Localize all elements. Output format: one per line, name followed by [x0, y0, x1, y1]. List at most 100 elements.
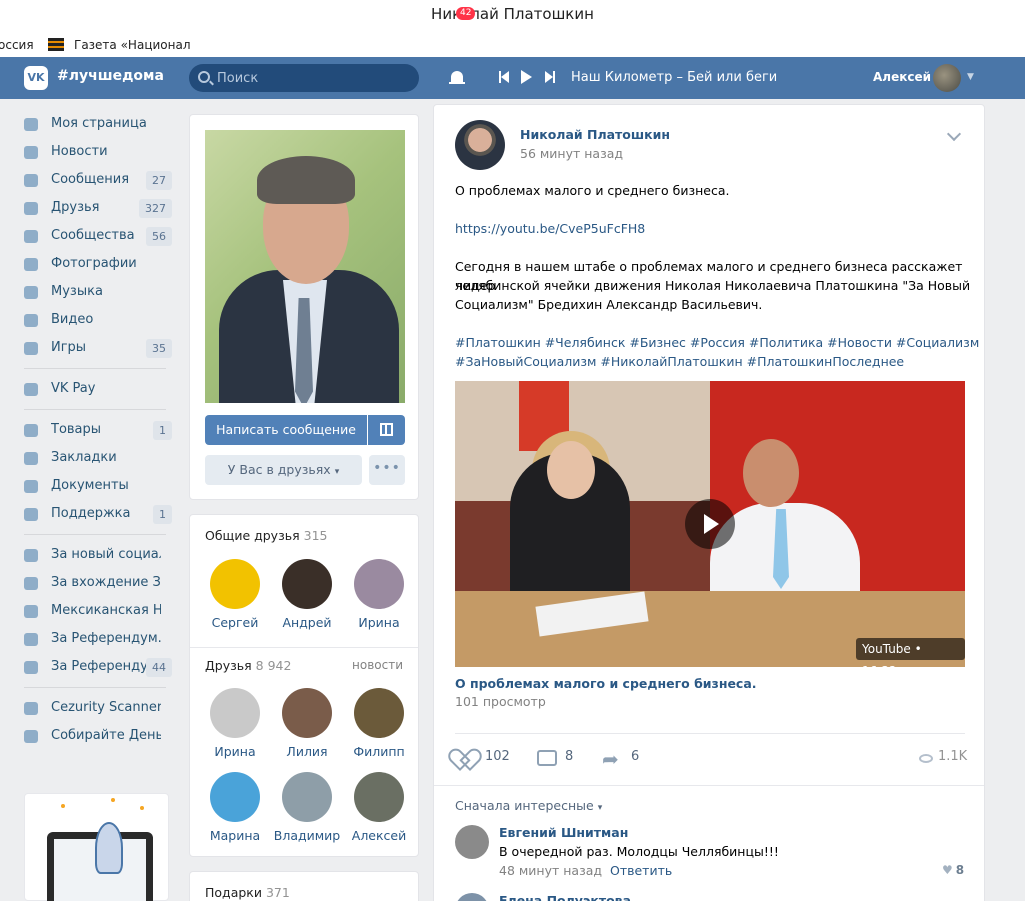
header-tagline[interactable]: #лучшедома: [57, 68, 164, 84]
friend-name[interactable]: Алексей: [344, 828, 414, 843]
comment-author-avatar[interactable]: [455, 893, 489, 901]
friends-news-link[interactable]: новости: [352, 658, 403, 672]
friend-avatar[interactable]: [210, 688, 260, 738]
video-player[interactable]: YouTube • 16:32: [455, 381, 965, 667]
like-count[interactable]: 102: [485, 749, 510, 764]
comment-author[interactable]: Евгений Шнитман: [499, 825, 628, 840]
ribbon-icon: [48, 38, 64, 51]
sidebar-item[interactable]: Собирайте Деньги: [18, 722, 178, 750]
play-icon[interactable]: [521, 70, 532, 84]
sidebar-item[interactable]: Документы: [18, 472, 178, 500]
sidebar-item[interactable]: Видео: [18, 306, 178, 334]
comment-icon[interactable]: [537, 750, 557, 766]
share-icon[interactable]: ➦: [602, 749, 619, 769]
previous-track-icon[interactable]: [499, 71, 509, 83]
post-hashtags[interactable]: #Платошкин #Челябинск #Бизнес #Россия #П…: [455, 333, 979, 352]
friend-avatar[interactable]: [354, 559, 404, 609]
play-icon: [704, 514, 719, 534]
friend-item[interactable]: Алексей: [344, 772, 414, 843]
sidebar-item[interactable]: За Референдум! 44: [18, 653, 178, 681]
sidebar-item[interactable]: Cezurity Scanner: [18, 694, 178, 722]
send-gift-button[interactable]: [368, 415, 405, 445]
friend-avatar[interactable]: [282, 688, 332, 738]
sidebar-item[interactable]: Друзья 327: [18, 194, 178, 222]
friends-header[interactable]: Друзья 8 942: [205, 658, 291, 673]
bookmark-item[interactable]: Газета «Национал: [74, 38, 191, 52]
friend-item[interactable]: Лилия: [272, 688, 342, 759]
search-box[interactable]: [189, 64, 419, 92]
post-hashtags[interactable]: #ЗаНовыйСоциализм #НиколайПлатошкин #Пла…: [455, 352, 904, 371]
comments-sort[interactable]: Сначала интересные ▾: [455, 798, 602, 813]
sidebar-item[interactable]: VK Pay: [18, 375, 178, 403]
friend-avatar[interactable]: [282, 559, 332, 609]
user-name[interactable]: Алексей: [873, 70, 931, 84]
comment-count[interactable]: 8: [565, 749, 573, 764]
share-count[interactable]: 6: [631, 749, 639, 764]
friend-avatar[interactable]: [354, 772, 404, 822]
post-author[interactable]: Николай Платошкин: [520, 127, 670, 142]
sidebar-item[interactable]: Поддержка 1: [18, 500, 178, 528]
sidebar-item[interactable]: Музыка: [18, 278, 178, 306]
friend-item[interactable]: Филипп: [344, 688, 414, 759]
post-time[interactable]: 56 минут назад: [520, 146, 623, 161]
sidebar-item[interactable]: Новости: [18, 138, 178, 166]
user-avatar[interactable]: [933, 64, 961, 92]
friend-avatar[interactable]: [210, 772, 260, 822]
post-author-avatar[interactable]: [455, 120, 505, 170]
chevron-down-icon[interactable]: [946, 126, 962, 142]
friends-status-button[interactable]: У Вас в друзьях ▾: [205, 455, 362, 485]
sidebar-item[interactable]: Сообщения 27: [18, 166, 178, 194]
sidebar-item[interactable]: За Референдум.1: [18, 625, 178, 653]
friend-avatar[interactable]: [354, 688, 404, 738]
bell-icon[interactable]: [448, 69, 466, 87]
search-input[interactable]: [217, 68, 407, 88]
play-video-button[interactable]: [685, 499, 735, 549]
bookmark-item[interactable]: оссия: [0, 38, 34, 52]
profile-photo[interactable]: [205, 130, 405, 403]
friend-item[interactable]: Владимир: [272, 772, 342, 843]
friend-item[interactable]: Ирина: [200, 688, 270, 759]
friend-avatar[interactable]: [210, 559, 260, 609]
next-track-icon[interactable]: [545, 71, 555, 83]
friend-name[interactable]: Лилия: [272, 744, 342, 759]
friend-name[interactable]: Владимир: [272, 828, 342, 843]
sidebar-item[interactable]: Сообщества 56: [18, 222, 178, 250]
sidebar-item[interactable]: За новый социал..: [18, 541, 178, 569]
video-title[interactable]: О проблемах малого и среднего бизнеса.: [455, 676, 757, 691]
gifts-header[interactable]: Подарки 371: [205, 885, 290, 900]
sidebar-item-label: За новый социал..: [51, 547, 161, 562]
sidebar-item[interactable]: Товары 1: [18, 416, 178, 444]
comment-time[interactable]: 48 минут назад: [499, 863, 602, 878]
friend-item[interactable]: Сергей: [200, 559, 270, 630]
friend-name[interactable]: Андрей: [272, 615, 342, 630]
divider: [455, 733, 965, 734]
now-playing-track[interactable]: Наш Километр – Бей или беги: [571, 70, 777, 85]
chevron-down-icon[interactable]: ▼: [967, 72, 974, 82]
friend-item[interactable]: Андрей: [272, 559, 342, 630]
promo-banner[interactable]: [24, 793, 169, 901]
friend-name[interactable]: Ирина: [344, 615, 414, 630]
sidebar-item[interactable]: Игры 35: [18, 334, 178, 362]
more-actions-button[interactable]: •••: [369, 455, 405, 485]
friend-item[interactable]: Ирина: [344, 559, 414, 630]
friend-name[interactable]: Ирина: [200, 744, 270, 759]
comment-author-avatar[interactable]: [455, 825, 489, 859]
sidebar-item[interactable]: Моя страница: [18, 110, 178, 138]
sidebar-item[interactable]: Закладки: [18, 444, 178, 472]
reply-button[interactable]: Ответить: [610, 863, 672, 878]
comment-like[interactable]: ♥ 8: [942, 863, 964, 877]
friend-name[interactable]: Филипп: [344, 744, 414, 759]
common-friends-header[interactable]: Общие друзья 315: [205, 528, 327, 543]
friend-item[interactable]: Марина: [200, 772, 270, 843]
sidebar-item[interactable]: Фотографии: [18, 250, 178, 278]
comment-author[interactable]: Елена Полуэктова: [499, 893, 631, 901]
like-icon[interactable]: [455, 750, 477, 770]
sidebar-item[interactable]: Мексиканская На..: [18, 597, 178, 625]
friend-name[interactable]: Марина: [200, 828, 270, 843]
vk-logo-icon[interactable]: VK: [24, 66, 48, 90]
friend-name[interactable]: Сергей: [200, 615, 270, 630]
post-link[interactable]: https://youtu.be/CveP5uFcFH8: [455, 219, 645, 238]
friend-avatar[interactable]: [282, 772, 332, 822]
sidebar-item[interactable]: За вхождение За..: [18, 569, 178, 597]
write-message-button[interactable]: Написать сообщение: [205, 415, 367, 445]
